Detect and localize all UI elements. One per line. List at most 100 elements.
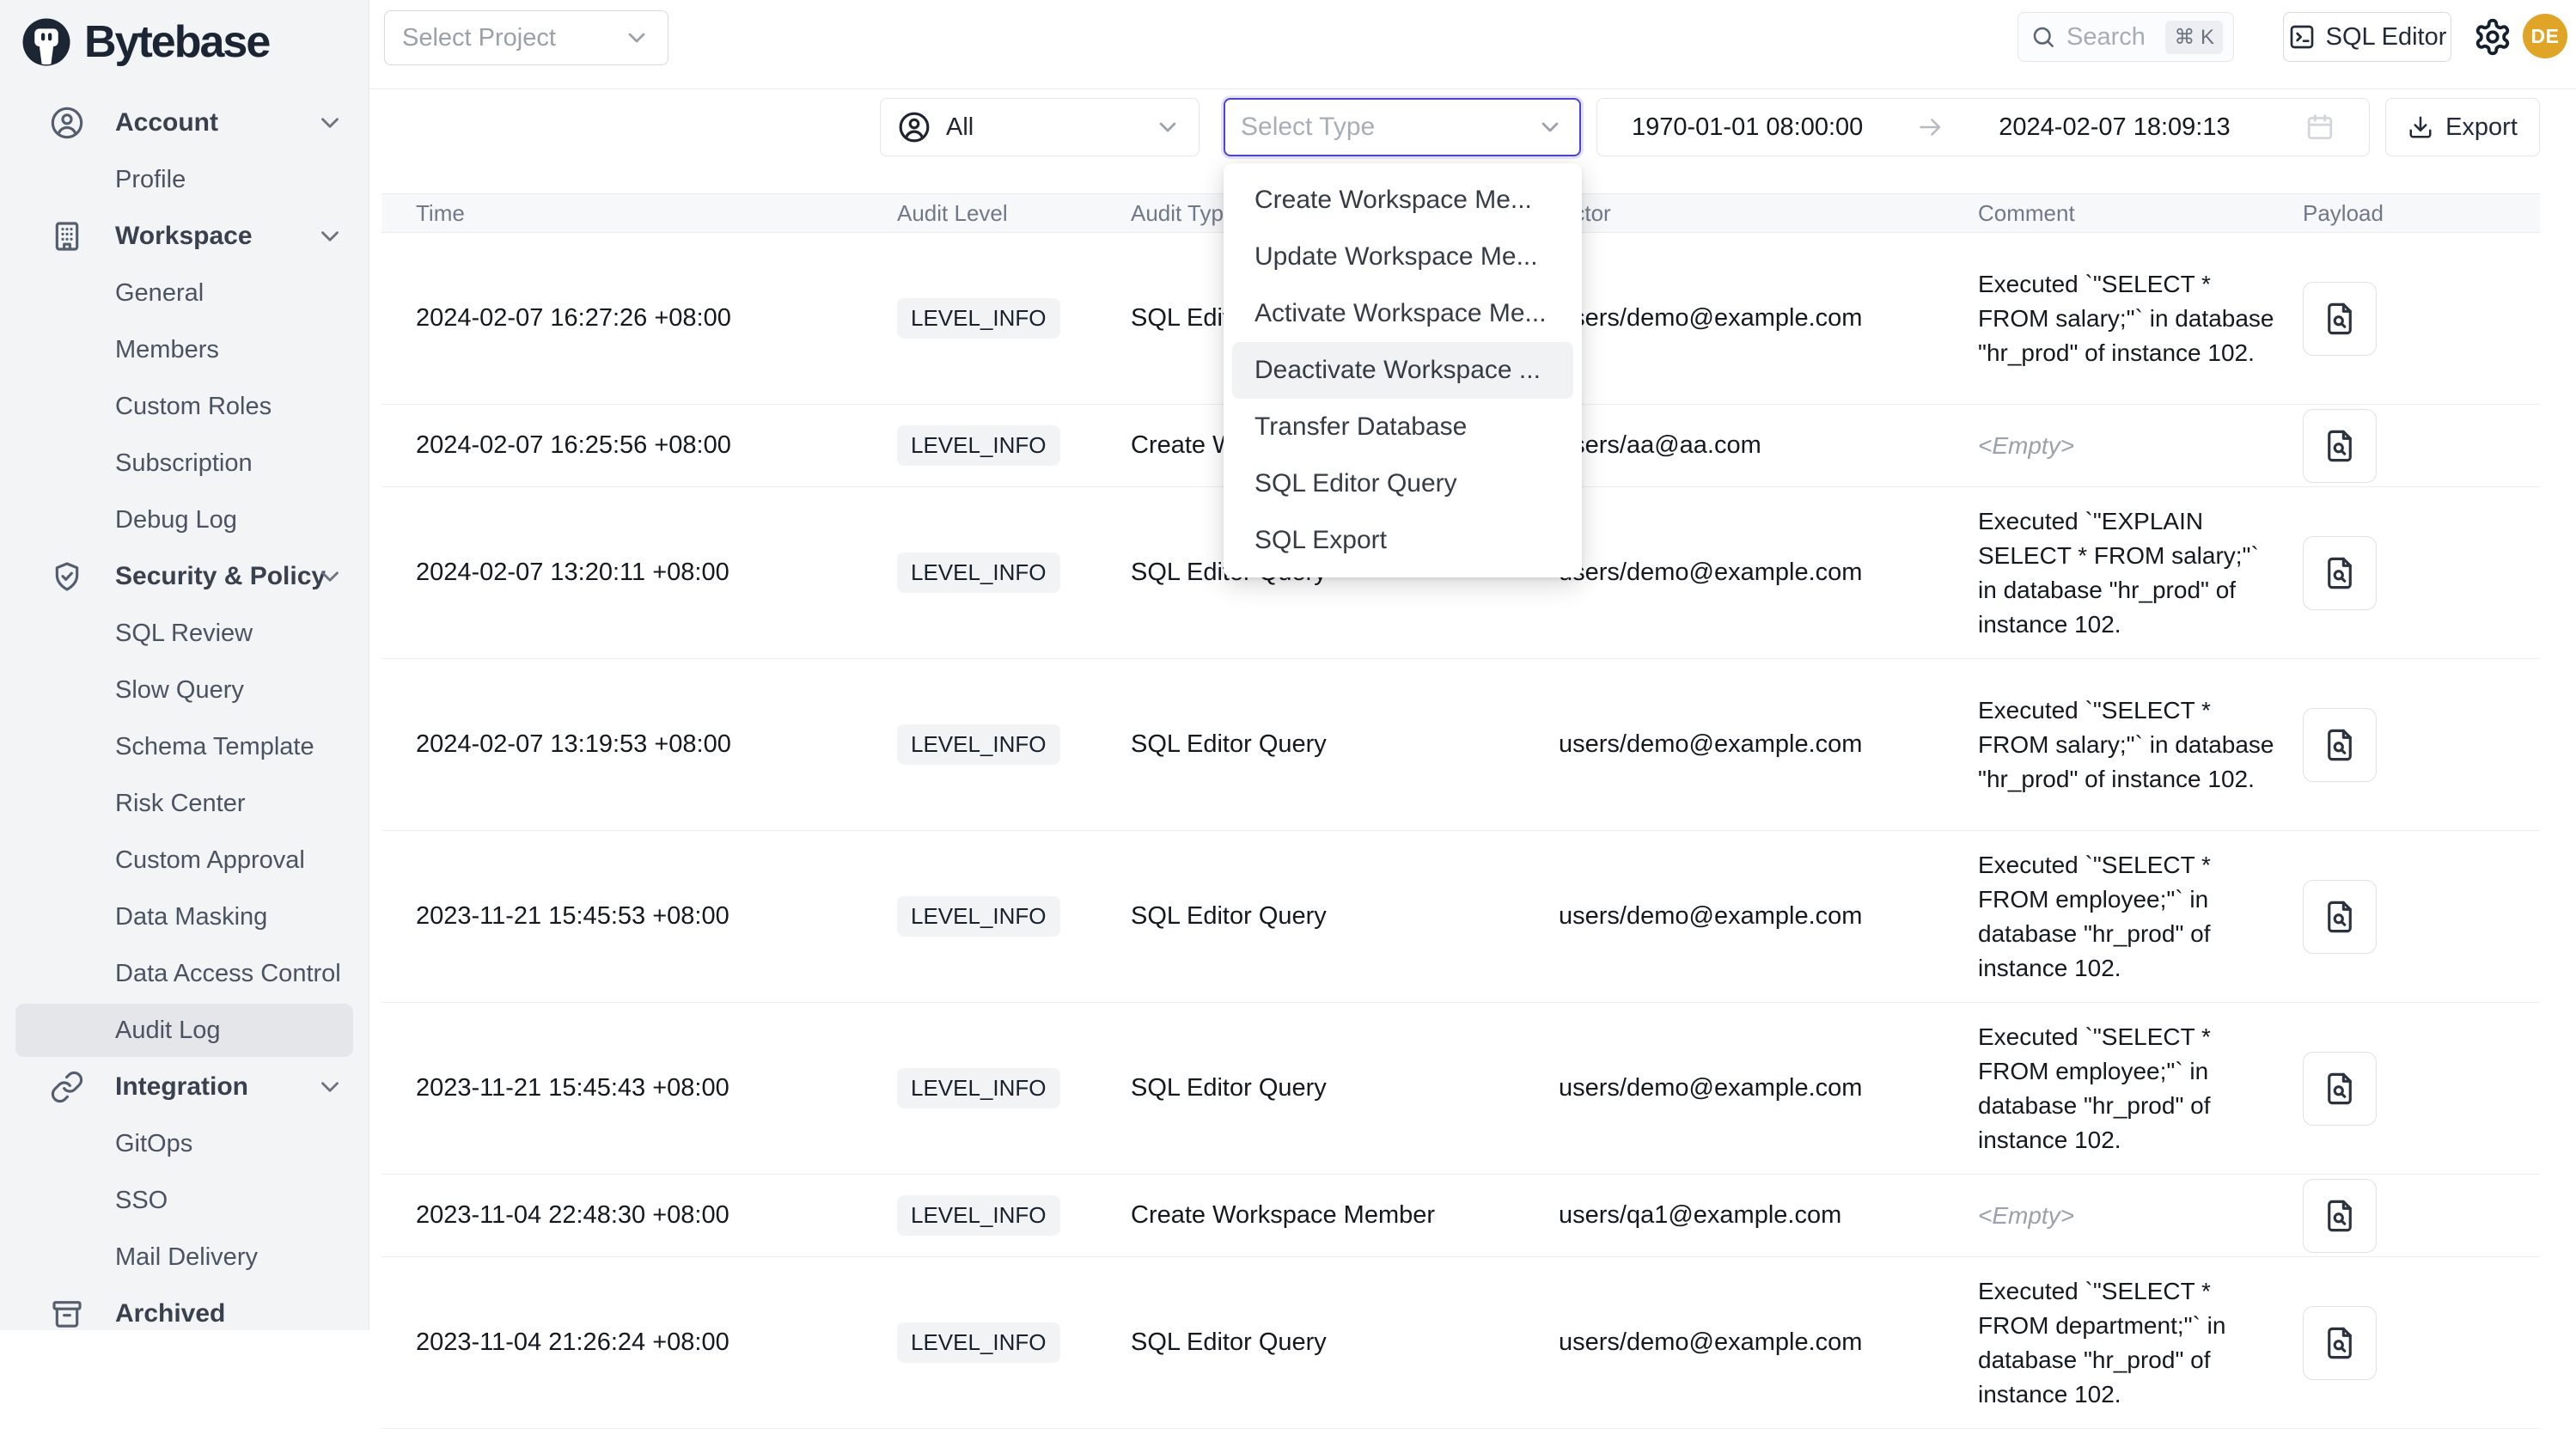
download-icon <box>2408 114 2433 140</box>
sql-editor-button[interactable]: SQL Editor <box>2283 12 2451 62</box>
audit-level-badge: LEVEL_INFO <box>897 1068 1060 1108</box>
sidebar-item-gitops[interactable]: GitOps <box>0 1115 369 1172</box>
payload-view-button[interactable] <box>2303 1179 2377 1253</box>
project-select[interactable]: Select Project <box>384 10 668 65</box>
user-circle-icon <box>50 106 84 140</box>
search-input[interactable]: Search ⌘ K <box>2017 12 2234 62</box>
payload-view-button[interactable] <box>2303 409 2377 483</box>
sidebar-item-sso[interactable]: SSO <box>0 1172 369 1229</box>
sidebar-item-data-access-control[interactable]: Data Access Control <box>0 945 369 1002</box>
chevron-down-icon <box>315 562 345 591</box>
cell-time: 2023-11-04 22:48:30 +08:00 <box>416 1201 897 1230</box>
calendar-icon <box>2305 113 2335 142</box>
sidebar-item-slow-query[interactable]: Slow Query <box>0 662 369 718</box>
cell-actor: users/qa1@example.com <box>1559 1201 1978 1230</box>
sidebar-item-members[interactable]: Members <box>0 321 369 378</box>
menu-item-update-workspace-member[interactable]: Update Workspace Me... <box>1232 229 1573 285</box>
sidebar-nav: Account Profile Workspace General Member… <box>0 95 369 1342</box>
payload-view-button[interactable] <box>2303 1306 2377 1380</box>
menu-item-deactivate-workspace-member[interactable]: Deactivate Workspace ... <box>1232 342 1573 399</box>
audit-level-badge: LEVEL_INFO <box>897 298 1060 339</box>
cell-actor: users/demo@example.com <box>1559 304 1978 333</box>
column-header-time: Time <box>416 200 897 227</box>
sidebar-item-workspace[interactable]: Workspace <box>0 208 369 265</box>
type-filter-select[interactable]: Select Type <box>1224 98 1581 156</box>
terminal-icon <box>2288 23 2316 51</box>
sidebar-item-profile[interactable]: Profile <box>0 151 369 208</box>
arrow-right-icon <box>1916 113 1945 142</box>
building-icon <box>50 219 84 253</box>
cell-actor: users/demo@example.com <box>1559 1328 1978 1357</box>
sidebar-item-custom-roles[interactable]: Custom Roles <box>0 378 369 435</box>
brand[interactable]: Bytebase <box>0 0 369 74</box>
sidebar-item-mail-delivery[interactable]: Mail Delivery <box>0 1229 369 1285</box>
shield-check-icon <box>50 559 84 594</box>
cell-time: 2023-11-21 15:45:53 +08:00 <box>416 902 897 931</box>
audit-level-badge: LEVEL_INFO <box>897 1322 1060 1363</box>
date-from[interactable]: 1970-01-01 08:00:00 <box>1632 113 1863 142</box>
cell-time: 2024-02-07 13:20:11 +08:00 <box>416 559 897 587</box>
cell-actor: users/demo@example.com <box>1559 730 1978 759</box>
settings-gear-icon[interactable] <box>2473 17 2512 57</box>
menu-item-transfer-database[interactable]: Transfer Database <box>1232 399 1573 455</box>
sidebar-item-risk-center[interactable]: Risk Center <box>0 775 369 832</box>
menu-item-sql-export[interactable]: SQL Export <box>1232 512 1573 569</box>
payload-view-button[interactable] <box>2303 880 2377 954</box>
payload-view-button[interactable] <box>2303 1052 2377 1126</box>
avatar[interactable]: DE <box>2523 14 2567 58</box>
sidebar-item-archived[interactable]: Archived <box>0 1285 369 1342</box>
cell-audit-type: Create Workspace Member <box>1131 1201 1559 1230</box>
sidebar-item-integration[interactable]: Integration <box>0 1059 369 1115</box>
actor-filter-select[interactable]: All <box>880 98 1199 156</box>
cell-comment: Executed `"SELECT * FROM employee;"` in … <box>1978 1020 2303 1157</box>
date-range-picker[interactable]: 1970-01-01 08:00:00 2024-02-07 18:09:13 <box>1596 98 2370 156</box>
payload-view-button[interactable] <box>2303 282 2377 356</box>
sidebar-item-general[interactable]: General <box>0 265 369 321</box>
chevron-down-icon <box>315 222 345 251</box>
sidebar-item-account[interactable]: Account <box>0 95 369 151</box>
menu-item-sql-editor-query[interactable]: SQL Editor Query <box>1232 455 1573 512</box>
sidebar-item-sql-review[interactable]: SQL Review <box>0 605 369 662</box>
table-row[interactable]: 2023-11-21 15:45:53 +08:00 LEVEL_INFO SQ… <box>382 831 2540 1003</box>
cell-audit-type: SQL Editor Query <box>1131 730 1559 759</box>
cell-actor: users/demo@example.com <box>1559 1074 1978 1102</box>
cell-time: 2024-02-07 16:25:56 +08:00 <box>416 431 897 460</box>
table-row[interactable]: 2024-02-07 13:19:53 +08:00 LEVEL_INFO SQ… <box>382 659 2540 831</box>
table-row[interactable]: 2023-11-04 22:48:30 +08:00 LEVEL_INFO Cr… <box>382 1175 2540 1257</box>
sidebar-item-audit-log[interactable]: Audit Log <box>0 1002 369 1059</box>
cell-comment: <Empty> <box>1978 429 2303 463</box>
cell-time: 2023-11-04 21:26:24 +08:00 <box>416 1328 897 1357</box>
audit-level-badge: LEVEL_INFO <box>897 1195 1060 1236</box>
audit-level-badge: LEVEL_INFO <box>897 896 1060 937</box>
cell-audit-type: SQL Editor Query <box>1131 902 1559 931</box>
cell-comment: Executed `"SELECT * FROM employee;"` in … <box>1978 848 2303 986</box>
export-button[interactable]: Export <box>2385 98 2540 156</box>
audit-level-badge: LEVEL_INFO <box>897 724 1060 765</box>
menu-item-create-workspace-member[interactable]: Create Workspace Me... <box>1232 172 1573 229</box>
chevron-down-icon <box>315 108 345 137</box>
column-header-actor: Actor <box>1559 200 1978 227</box>
payload-view-button[interactable] <box>2303 536 2377 610</box>
sidebar-item-debug-log[interactable]: Debug Log <box>0 492 369 548</box>
payload-view-button[interactable] <box>2303 708 2377 782</box>
sidebar-item-subscription[interactable]: Subscription <box>0 435 369 492</box>
table-row[interactable]: 2023-11-04 21:26:24 +08:00 LEVEL_INFO SQ… <box>382 1257 2540 1429</box>
menu-item-activate-workspace-member[interactable]: Activate Workspace Me... <box>1232 285 1573 342</box>
audit-level-badge: LEVEL_INFO <box>897 425 1060 466</box>
brand-name: Bytebase <box>84 16 269 68</box>
cell-audit-type: SQL Editor Query <box>1131 1328 1559 1357</box>
topbar: Select Project Search ⌘ K SQL Editor DE <box>369 0 2576 89</box>
sidebar-item-security-policy[interactable]: Security & Policy <box>0 548 369 605</box>
sidebar-item-custom-approval[interactable]: Custom Approval <box>0 832 369 889</box>
link-icon <box>50 1070 84 1104</box>
sidebar-item-data-masking[interactable]: Data Masking <box>0 889 369 945</box>
date-to[interactable]: 2024-02-07 18:09:13 <box>1999 113 2230 142</box>
cell-comment: Executed `"SELECT * FROM salary;"` in da… <box>1978 693 2303 797</box>
chevron-down-icon <box>315 1072 345 1102</box>
cell-comment: Executed `"SELECT * FROM salary;"` in da… <box>1978 267 2303 370</box>
cell-comment: <Empty> <box>1978 1199 2303 1233</box>
table-row[interactable]: 2023-11-21 15:45:43 +08:00 LEVEL_INFO SQ… <box>382 1003 2540 1175</box>
column-header-audit-level: Audit Level <box>897 200 1131 227</box>
sidebar-item-schema-template[interactable]: Schema Template <box>0 718 369 775</box>
audit-level-badge: LEVEL_INFO <box>897 553 1060 593</box>
